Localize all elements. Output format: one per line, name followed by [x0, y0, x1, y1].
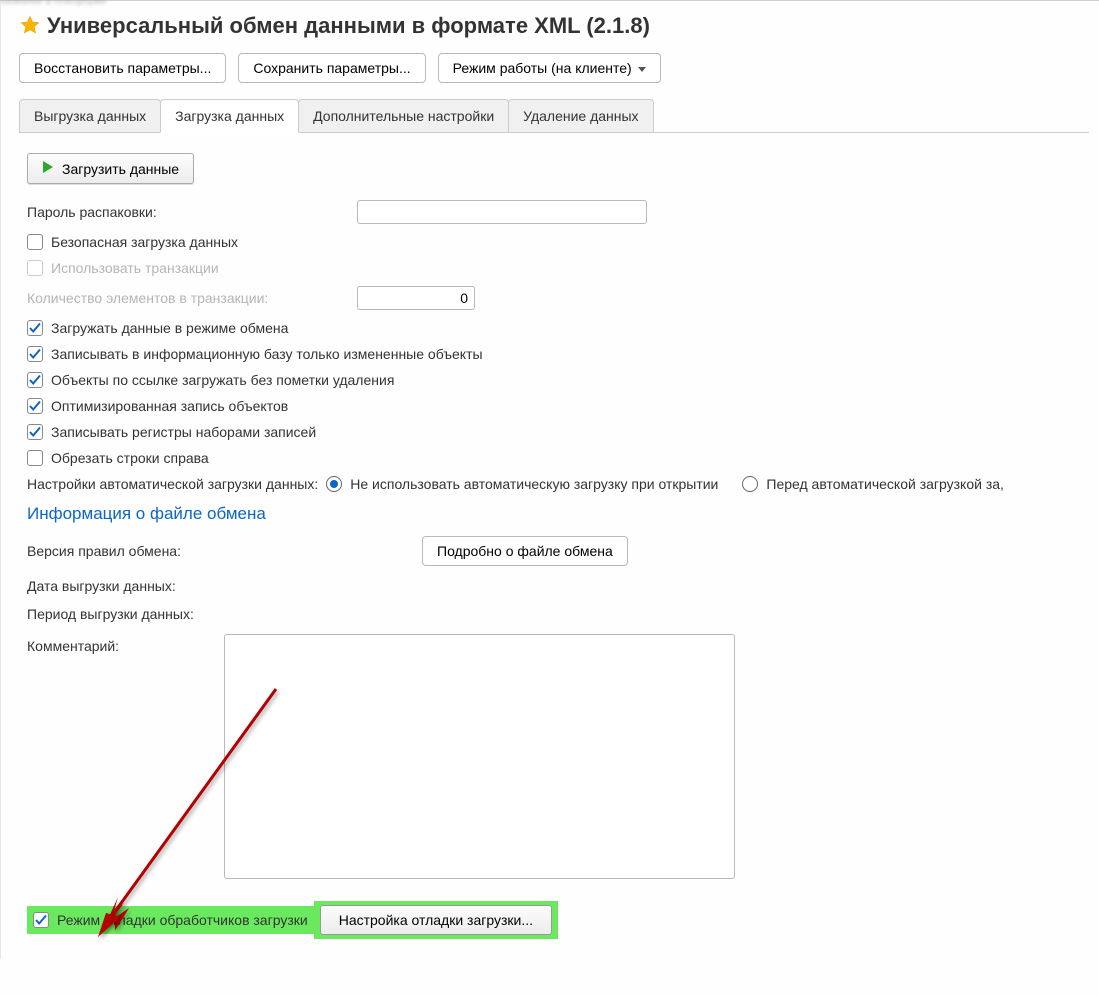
opt6-checkbox[interactable]	[27, 450, 43, 466]
comment-textarea[interactable]	[224, 634, 735, 879]
opt1-row: Загружать данные в режиме обмена	[27, 320, 1081, 336]
radio-no-autoload-label: Не использовать автоматическую загрузку …	[350, 476, 718, 492]
save-params-button[interactable]: Сохранить параметры...	[238, 53, 425, 83]
tx-count-input[interactable]	[357, 286, 475, 310]
export-period-row: Период выгрузки данных:	[27, 606, 1081, 622]
restore-params-button[interactable]: Восстановить параметры...	[19, 53, 226, 83]
export-date-label: Дата выгрузки данных:	[27, 578, 422, 594]
rules-version-row: Версия правил обмена: Подробно о файле о…	[27, 536, 1081, 566]
tab-settings[interactable]: Дополнительные настройки	[298, 99, 509, 132]
comment-label: Комментарий:	[27, 634, 224, 654]
star-icon[interactable]	[19, 14, 41, 39]
safe-load-row: Безопасная загрузка данных	[27, 234, 1081, 250]
tab-content: Загрузить данные Пароль распаковки: Безо…	[19, 143, 1089, 949]
opt1-checkbox[interactable]	[27, 320, 43, 336]
debug-row: Режим отладки обработчиков загрузки Наст…	[27, 901, 1081, 939]
safe-load-label: Безопасная загрузка данных	[51, 234, 238, 250]
opt3-label: Объекты по ссылке загружать без пометки …	[51, 372, 394, 388]
autoload-label: Настройки автоматической загрузки данных…	[27, 476, 318, 492]
opt5-row: Записывать регистры наборами записей	[27, 424, 1081, 440]
export-date-row: Дата выгрузки данных:	[27, 578, 1081, 594]
debug-mode-highlight: Режим отладки обработчиков загрузки	[27, 906, 314, 934]
tab-delete[interactable]: Удаление данных	[508, 99, 653, 132]
opt5-checkbox[interactable]	[27, 424, 43, 440]
toolbar: Восстановить параметры... Сохранить пара…	[19, 53, 1089, 83]
load-data-button[interactable]: Загрузить данные	[27, 153, 194, 184]
play-icon	[42, 160, 54, 177]
opt1-label: Загружать данные в режиме обмена	[51, 320, 288, 336]
tab-import[interactable]: Загрузка данных	[160, 99, 299, 133]
tab-export[interactable]: Выгрузка данных	[19, 99, 161, 132]
tabs: Выгрузка данных Загрузка данных Дополнит…	[19, 99, 1089, 133]
rules-version-label: Версия правил обмена:	[27, 543, 422, 559]
autoload-row: Настройки автоматической загрузки данных…	[27, 476, 1081, 492]
export-period-label: Период выгрузки данных:	[27, 606, 422, 622]
opt2-row: Записывать в информационную базу только …	[27, 346, 1081, 362]
password-label: Пароль распаковки:	[27, 204, 357, 220]
use-transactions-label: Использовать транзакции	[51, 260, 219, 276]
page-title: Универсальный обмен данными в формате XM…	[47, 13, 650, 39]
debug-settings-highlight: Настройка отладки загрузки...	[314, 901, 558, 939]
opt4-checkbox[interactable]	[27, 398, 43, 414]
opt2-checkbox[interactable]	[27, 346, 43, 362]
opt6-label: Обрезать строки справа	[51, 450, 209, 466]
file-details-button[interactable]: Подробно о файле обмена	[422, 536, 628, 566]
password-row: Пароль распаковки:	[27, 200, 1081, 224]
comment-row: Комментарий:	[27, 634, 1081, 879]
password-input[interactable]	[357, 200, 647, 224]
opt6-row: Обрезать строки справа	[27, 450, 1081, 466]
use-transactions-row: Использовать транзакции	[27, 260, 1081, 276]
debug-settings-button[interactable]: Настройка отладки загрузки...	[320, 905, 552, 935]
use-transactions-checkbox	[27, 260, 43, 276]
title-row: Универсальный обмен данными в формате XM…	[19, 13, 1089, 39]
opt3-row: Объекты по ссылке загружать без пометки …	[27, 372, 1081, 388]
opt3-checkbox[interactable]	[27, 372, 43, 388]
debug-mode-checkbox[interactable]	[33, 912, 49, 928]
opt4-label: Оптимизированная запись объектов	[51, 398, 288, 414]
radio-no-autoload[interactable]	[326, 476, 342, 492]
mode-dropdown-button[interactable]: Режим работы (на клиенте)	[438, 53, 661, 83]
radio-before-autoload[interactable]	[742, 476, 758, 492]
exchange-file-info-heading: Информация о файле обмена	[27, 504, 1081, 524]
radio-before-autoload-label: Перед автоматической загрузкой за,	[766, 476, 1004, 492]
tx-count-label: Количество элементов в транзакции:	[27, 290, 357, 306]
page: Универсальный обмен данными в формате XM…	[0, 1, 1099, 959]
opt2-label: Записывать в информационную базу только …	[51, 346, 483, 362]
load-data-label: Загрузить данные	[62, 161, 179, 177]
safe-load-checkbox[interactable]	[27, 234, 43, 250]
opt5-label: Записывать регистры наборами записей	[51, 424, 316, 440]
debug-mode-label: Режим отладки обработчиков загрузки	[57, 912, 308, 928]
tx-count-row: Количество элементов в транзакции:	[27, 286, 1081, 310]
opt4-row: Оптимизированная запись объектов	[27, 398, 1081, 414]
